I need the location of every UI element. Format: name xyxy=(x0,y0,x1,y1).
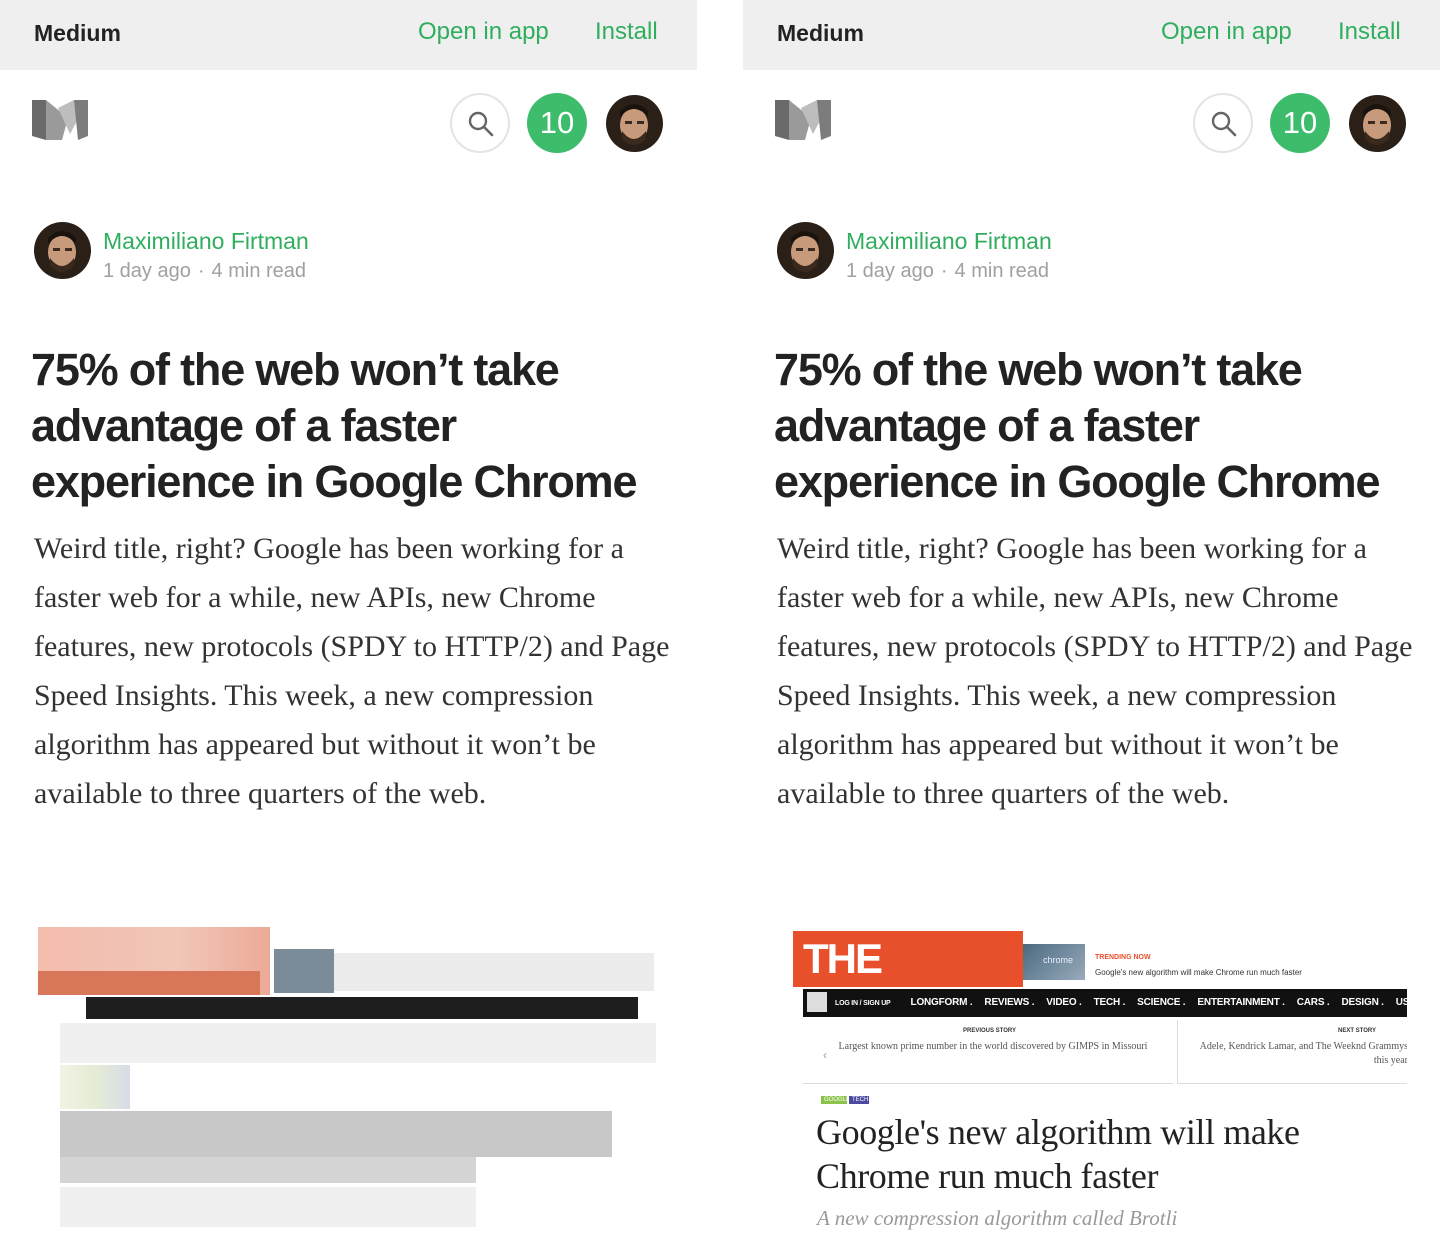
post-time: 1 day ago xyxy=(103,260,191,282)
verge-user-icon xyxy=(807,992,827,1013)
search-icon xyxy=(1211,111,1237,137)
verge-login: LOG IN / SIGN UP xyxy=(835,1000,891,1007)
blur-block xyxy=(60,1111,612,1157)
verge-tag: TECH xyxy=(849,1096,869,1104)
post-meta: 1 day ago · 4 min read xyxy=(846,260,1049,283)
author-avatar[interactable] xyxy=(777,222,834,279)
app-banner: Medium Open in app Install xyxy=(0,0,697,70)
verge-nav-bar: LOG IN / SIGN UP LONGFORM . REVIEWS . VIDEO… xyxy=(803,989,1407,1017)
post-time: 1 day ago xyxy=(846,260,934,282)
verge-previous-story: ‹ PREVIOUS STORY Largest known prime num… xyxy=(803,1020,1173,1084)
verge-nav-item: US & WORLD . xyxy=(1395,997,1407,1008)
verge-nav-item: REVIEWS . xyxy=(984,997,1035,1008)
verge-trending-text: Google's new algorithm will make Chrome … xyxy=(1095,968,1302,977)
verge-thumbnail-label: chrome xyxy=(1043,955,1074,965)
blur-block xyxy=(60,1187,476,1227)
install-link[interactable]: Install xyxy=(595,18,658,46)
verge-headline: Google's new algorithm will make Chrome … xyxy=(816,1112,1300,1196)
open-in-app-link[interactable]: Open in app xyxy=(418,18,549,46)
blur-block xyxy=(38,971,260,995)
left-screenshot: Medium Open in app Install 10 Maximilian… xyxy=(0,0,697,1249)
blur-block xyxy=(60,1065,130,1109)
user-avatar[interactable] xyxy=(1349,95,1406,152)
app-name: Medium xyxy=(34,20,121,46)
author-avatar[interactable] xyxy=(34,222,91,279)
notifications-badge[interactable]: 10 xyxy=(1270,93,1330,153)
search-button[interactable] xyxy=(450,93,510,153)
article-body: Weird title, right? Google has been work… xyxy=(777,532,1413,810)
verge-nav-item: SCIENCE . xyxy=(1137,997,1186,1008)
open-in-app-link[interactable]: Open in app xyxy=(1161,18,1292,46)
search-button[interactable] xyxy=(1193,93,1253,153)
next-story-text: Adele, Kendrick Lamar, and The Weeknd Gr… xyxy=(1199,1041,1407,1066)
notifications-badge[interactable]: 10 xyxy=(527,93,587,153)
blur-block xyxy=(274,949,334,993)
meta-separator: · xyxy=(940,260,948,282)
verge-trending-label: TRENDING NOW xyxy=(1095,954,1151,961)
blur-block xyxy=(334,953,654,991)
user-avatar[interactable] xyxy=(606,95,663,152)
verge-nav-item: DESIGN . xyxy=(1341,997,1384,1008)
verge-next-story: NEXT STORY Adele, Kendrick Lamar, and Th… xyxy=(1177,1020,1407,1084)
author-avatar-image xyxy=(777,222,834,279)
verge-nav-item: CARS . xyxy=(1296,997,1330,1008)
article-title: 75% of the web won’t take advantage of a… xyxy=(31,344,637,507)
verge-nav-item: ENTERTAINMENT . xyxy=(1197,997,1285,1008)
pixelated-image-placeholder[interactable] xyxy=(34,925,664,1249)
previous-story-label: PREVIOUS STORY xyxy=(963,1028,1017,1034)
author-name-link[interactable]: Maximiliano Firtman xyxy=(103,228,309,255)
search-icon xyxy=(468,111,494,137)
right-screenshot: Medium Open in app Install 10 Maximilian… xyxy=(743,0,1440,1249)
install-link[interactable]: Install xyxy=(1338,18,1401,46)
verge-nav-item: TECH . xyxy=(1093,997,1126,1008)
verge-logo: THE VERGE xyxy=(793,931,1023,1038)
post-meta: 1 day ago · 4 min read xyxy=(103,260,306,283)
app-banner: Medium Open in app Install xyxy=(743,0,1440,70)
verge-subheadline: A new compression algorithm called Brotl… xyxy=(817,1206,1178,1230)
user-avatar-image xyxy=(1349,95,1406,152)
read-time: 4 min read xyxy=(211,260,307,282)
chevron-left-icon: ‹ xyxy=(823,1048,827,1062)
verge-nav-item: VIDEO . xyxy=(1046,997,1082,1008)
verge-tag: GOOGLE xyxy=(821,1096,850,1104)
previous-story-text: Largest known prime number in the world … xyxy=(838,1041,1148,1052)
medium-logo-icon[interactable] xyxy=(30,96,90,144)
author-avatar-image xyxy=(34,222,91,279)
meta-separator: · xyxy=(197,260,205,282)
app-name: Medium xyxy=(777,20,864,46)
blur-block xyxy=(86,997,638,1019)
article-body: Weird title, right? Google has been work… xyxy=(34,532,670,810)
blur-block xyxy=(60,1023,656,1063)
article-title: 75% of the web won’t take advantage of a… xyxy=(774,344,1380,507)
verge-nav-item: LONGFORM . xyxy=(910,997,973,1008)
blur-block xyxy=(60,1157,476,1183)
read-time: 4 min read xyxy=(954,260,1050,282)
medium-logo-icon[interactable] xyxy=(773,96,833,144)
author-name-link[interactable]: Maximiliano Firtman xyxy=(846,228,1052,255)
verge-tags: GOOGLE TECH xyxy=(821,1088,871,1106)
verge-screenshot-image[interactable]: THE VERGE chrome TRENDING NOW Google's n… xyxy=(793,928,1407,1249)
verge-thumbnail: chrome xyxy=(1023,944,1085,980)
user-avatar-image xyxy=(606,95,663,152)
next-story-label: NEXT STORY xyxy=(1338,1028,1377,1034)
